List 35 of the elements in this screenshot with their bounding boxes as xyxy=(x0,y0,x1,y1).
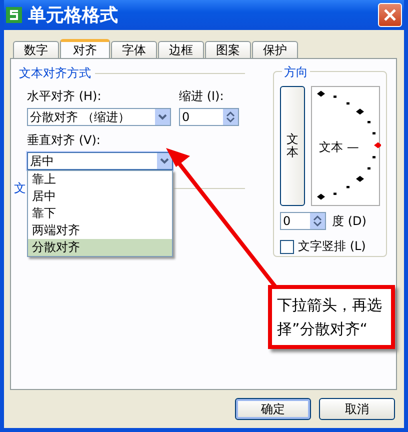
dropdown-option[interactable]: 靠下 xyxy=(28,205,172,222)
field-label: 度 (D) xyxy=(332,212,366,230)
tab[interactable]: 字体 xyxy=(111,41,157,58)
close-icon xyxy=(383,8,397,22)
dropdown-option[interactable]: 分散对齐 xyxy=(28,239,172,256)
dropdown-field[interactable]: 分散对齐 （缩进） xyxy=(27,108,171,126)
degree-spin-field[interactable]: 0 xyxy=(280,212,326,230)
orientation-dial[interactable]: 文本 — xyxy=(311,86,380,206)
tab[interactable]: 图案 xyxy=(205,41,251,58)
field-label: 缩进 (I): xyxy=(179,88,225,105)
window-title: 单元格格式 xyxy=(28,4,119,27)
spinner-icon xyxy=(226,111,235,123)
tab[interactable]: 保护 xyxy=(252,41,298,58)
checkbox[interactable] xyxy=(280,240,294,254)
vertical-text-button[interactable]: 文本 xyxy=(280,86,305,206)
tab[interactable]: 对齐 xyxy=(60,39,110,59)
section-title: 文本对齐方式 xyxy=(19,65,91,82)
field-label: 水平对齐 (H): xyxy=(27,88,102,105)
dropdown-option[interactable]: 两端对齐 xyxy=(28,222,172,239)
dropdown-option[interactable]: 靠上 xyxy=(28,171,172,188)
dropdown-field[interactable]: 居中 xyxy=(27,152,173,170)
field-label: 垂直对齐 (V): xyxy=(27,132,102,149)
dialog-button[interactable]: 确定 xyxy=(235,398,311,420)
spin-field[interactable]: 0 xyxy=(179,108,239,126)
tab[interactable]: 边框 xyxy=(158,41,204,58)
app-logo-icon xyxy=(6,7,22,23)
annotation-callout: 下拉箭头，再选择”分散对齐“ xyxy=(268,285,395,349)
tab[interactable]: 数字 xyxy=(13,41,59,58)
close-button[interactable] xyxy=(378,3,402,27)
dialog-button[interactable]: 取消 xyxy=(319,398,395,420)
section-title: 文 xyxy=(14,180,26,197)
dropdown-option[interactable]: 居中 xyxy=(28,188,172,205)
spinner-icon xyxy=(313,215,322,227)
dial-text: 文本 — xyxy=(319,139,359,156)
checkbox-label: 文字竖排 (L) xyxy=(298,238,366,255)
